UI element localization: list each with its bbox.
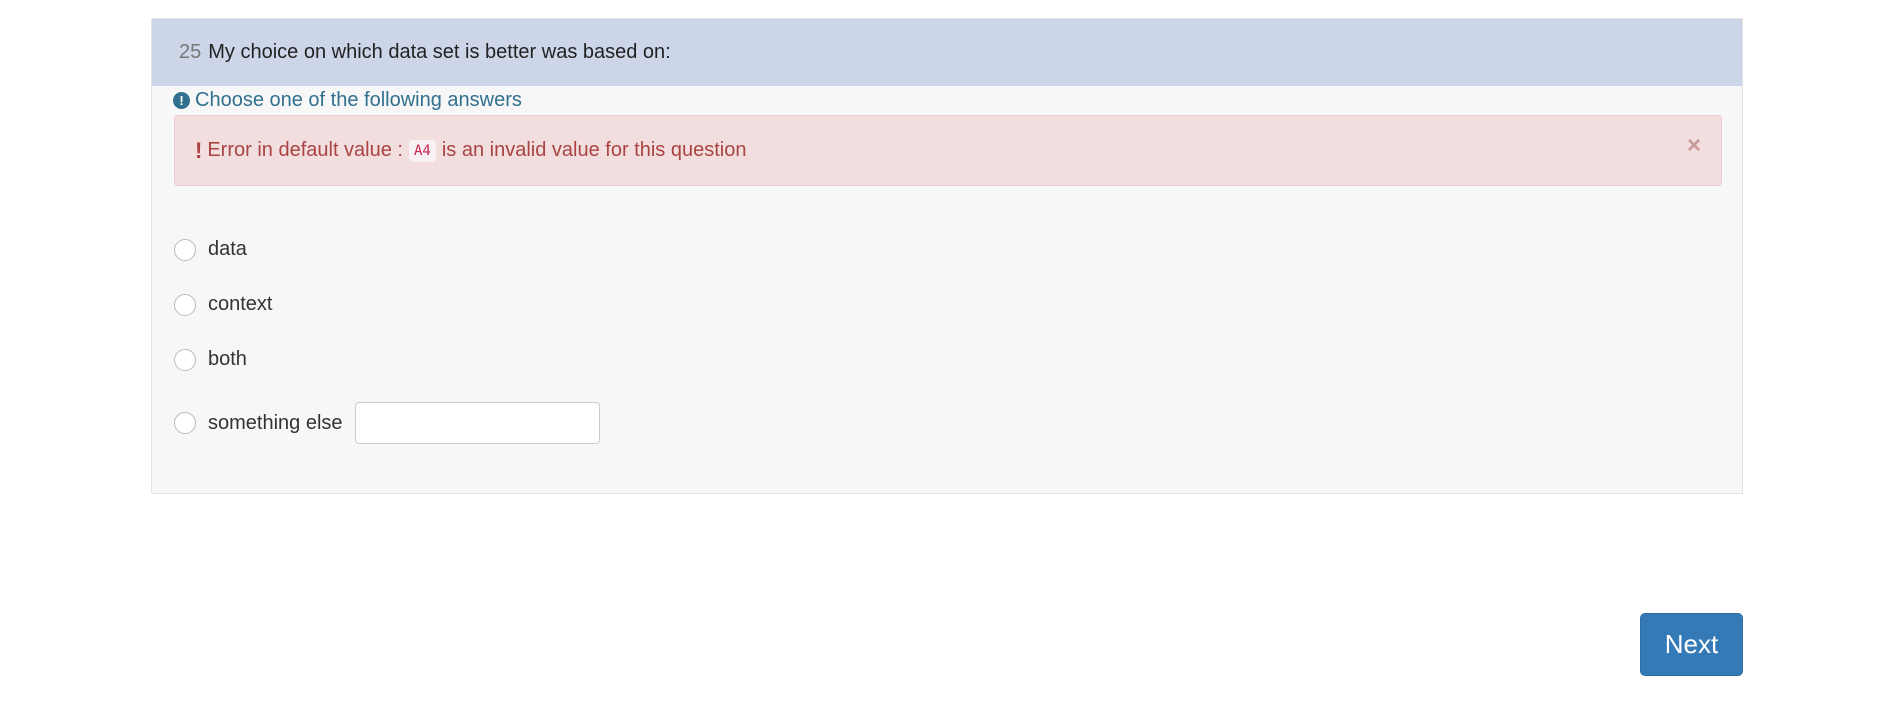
radio-button[interactable] [174, 238, 196, 261]
question-number: 25 [179, 41, 202, 63]
option-label[interactable]: something else [208, 412, 343, 435]
answer-option-both[interactable]: both [174, 348, 247, 371]
alert-code: A4 [408, 139, 436, 162]
alert-suffix: is an invalid value for this question [441, 139, 747, 161]
radio-button[interactable] [174, 348, 196, 371]
radio-button[interactable] [174, 412, 196, 434]
option-label[interactable]: context [208, 293, 272, 316]
option-label[interactable]: both [208, 348, 247, 371]
answer-option-context[interactable]: context [174, 293, 272, 316]
question-text: My choice on which data set is better wa… [208, 41, 671, 63]
option-label[interactable]: data [208, 238, 247, 261]
answer-option-other[interactable]: something else [174, 402, 600, 444]
radio-button[interactable] [174, 293, 196, 316]
error-alert: ! Error in default value : A4 is an inva… [174, 115, 1722, 186]
answer-option-data[interactable]: data [174, 238, 247, 261]
help-text: Choose one of the following answers [195, 89, 522, 111]
close-icon[interactable]: × [1687, 134, 1701, 158]
question-header: 25 My choice on which data set is better… [152, 19, 1742, 86]
exclamation-circle-icon: ! [173, 92, 190, 109]
question-help: ! Choose one of the following answers [173, 89, 522, 112]
exclamation-icon: ! [195, 137, 203, 163]
other-text-input[interactable] [354, 402, 600, 444]
alert-prefix: Error in default value : [207, 139, 403, 161]
question-container: 25 My choice on which data set is better… [151, 18, 1743, 494]
next-button[interactable]: Next [1640, 613, 1743, 676]
